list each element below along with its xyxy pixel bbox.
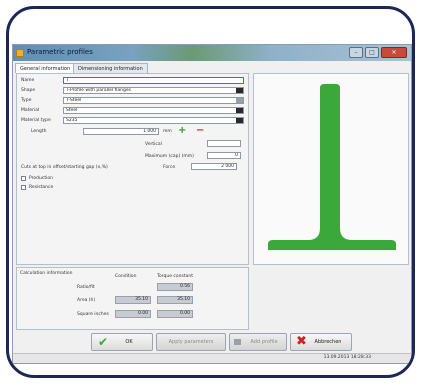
apply-button[interactable]: Apply parameters xyxy=(156,333,226,351)
close-button[interactable]: ✕ xyxy=(381,47,407,58)
material-label: Material xyxy=(21,108,40,113)
close-icon: ✖ xyxy=(296,334,307,349)
tab-strip: General information Dimensioning informa… xyxy=(15,63,409,73)
length-input[interactable]: 1 000 xyxy=(83,128,159,135)
name-input[interactable]: T xyxy=(63,77,244,84)
t-profile-drawing xyxy=(268,84,396,250)
app-icon xyxy=(16,49,24,57)
calc-cell: 0.00 xyxy=(157,310,193,318)
calc-row-label: Area (h) xyxy=(77,298,96,303)
calc-col-condition: Condition xyxy=(115,274,137,279)
type-label: Type xyxy=(21,98,32,103)
tab-dimensioning[interactable]: Dimensioning information xyxy=(73,63,148,73)
length-label: Length xyxy=(31,129,47,134)
calc-cell: 0.00 xyxy=(115,310,151,318)
window-title: Parametric profiles xyxy=(27,48,93,56)
name-label: Name xyxy=(21,78,35,83)
add-profile-label: Add profile xyxy=(250,339,278,345)
shape-select[interactable]: T-Profile with parallel flanges xyxy=(63,87,244,94)
material-select-value: Steel xyxy=(66,108,78,113)
chevron-down-icon xyxy=(236,88,243,93)
force-input[interactable]: 2 000 xyxy=(191,163,237,170)
calc-row-label: Ratio/fit xyxy=(77,285,95,290)
material-type-select-value: S235 xyxy=(66,118,78,123)
add-profile-button[interactable]: Add profile xyxy=(229,333,287,351)
maximum-label: Maximum (cap) (mm) xyxy=(145,154,194,159)
calc-row-label: Square inches xyxy=(77,312,109,317)
shape-select-value: T-Profile with parallel flanges xyxy=(66,88,131,93)
production-label: Production xyxy=(29,176,53,181)
calc-cell: 35.10 xyxy=(115,296,151,304)
dialog-window: Parametric profiles – □ ✕ General inform… xyxy=(12,44,412,364)
calc-col-torque: Torque constant xyxy=(157,274,193,279)
remove-icon[interactable]: − xyxy=(196,126,204,136)
calc-cell: 35.10 xyxy=(157,296,193,304)
chevron-down-icon xyxy=(236,108,243,113)
minimize-button[interactable]: – xyxy=(349,47,363,58)
type-select[interactable]: T-Steel xyxy=(63,97,244,104)
maximize-button[interactable]: □ xyxy=(365,47,379,58)
properties-panel: Name T Shape T-Profile with parallel fla… xyxy=(16,73,249,265)
calc-cell: 0.56 xyxy=(157,283,193,291)
cuts-label: Cuts at top in offset/starting gap (x,%) xyxy=(21,165,108,170)
maximum-input[interactable]: 0 xyxy=(207,152,241,159)
title-bar[interactable]: Parametric profiles – □ ✕ xyxy=(13,45,411,61)
chevron-down-icon xyxy=(236,98,243,103)
tab-general[interactable]: General information xyxy=(15,63,76,73)
t-profile-shape xyxy=(268,84,396,250)
vertical-label: Vertical xyxy=(145,142,162,147)
cancel-button-label: Abbrechen xyxy=(314,339,342,345)
profile-icon xyxy=(234,339,241,345)
length-unit: mm xyxy=(163,129,172,134)
ok-button-label: OK xyxy=(125,339,133,345)
status-timestamp: 13.09.2013 18:28:33 xyxy=(323,355,371,360)
chevron-down-icon xyxy=(236,118,243,123)
calculation-group: Calculation information Condition Torque… xyxy=(16,267,249,330)
profile-preview xyxy=(253,73,409,265)
status-bar: 13.09.2013 18:28:33 xyxy=(13,353,411,363)
checkmark-icon: ✔ xyxy=(98,335,109,349)
ok-button[interactable]: ✔ OK xyxy=(91,333,153,351)
type-select-value: T-Steel xyxy=(66,98,82,103)
cancel-button[interactable]: ✖ Abbrechen xyxy=(290,333,352,351)
production-checkbox[interactable] xyxy=(21,176,26,181)
button-bar: ✔ OK Apply parameters Add profile ✖ Abbr… xyxy=(13,333,411,353)
resistance-checkbox[interactable] xyxy=(21,185,26,190)
material-type-select[interactable]: S235 xyxy=(63,117,244,124)
material-type-label: Material type xyxy=(21,118,51,123)
force-label: Force xyxy=(163,165,176,170)
shape-label: Shape xyxy=(21,88,36,93)
calc-title: Calculation information xyxy=(20,271,73,276)
resistance-label: Resistance xyxy=(29,185,54,190)
vertical-input[interactable] xyxy=(207,140,241,147)
add-icon[interactable]: + xyxy=(178,126,186,136)
rounded-frame: Parametric profiles – □ ✕ General inform… xyxy=(6,6,415,378)
material-select[interactable]: Steel xyxy=(63,107,244,114)
